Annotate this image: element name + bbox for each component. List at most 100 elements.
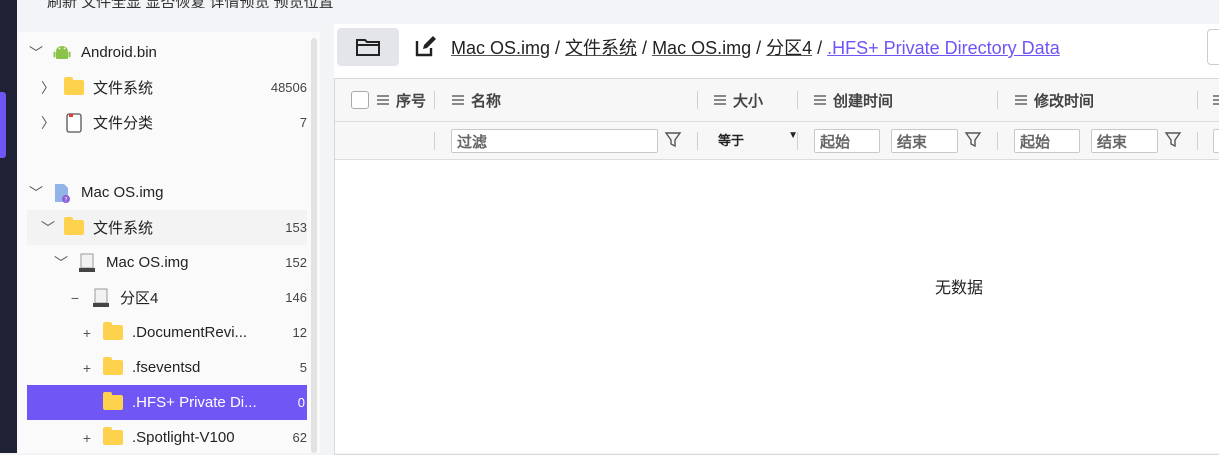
breadcrumb-separator: / <box>555 38 561 58</box>
left-rail <box>0 0 17 453</box>
modified-end-input[interactable]: 结束 <box>1091 129 1158 153</box>
column-label: 名称 <box>471 92 502 110</box>
tree-item-filesystem[interactable]: 〉 文件系统 48506 <box>27 70 307 105</box>
breadcrumb-separator: / <box>817 38 823 58</box>
folder-icon <box>102 427 124 448</box>
filter-icon <box>1164 132 1182 148</box>
top-toolbar-text[interactable]: 刷新 文件全显 显否恢复 详情预览 预览位置 <box>47 0 334 8</box>
breadcrumb-item[interactable]: Mac OS.img <box>451 38 550 58</box>
filter-row: 过滤 等于 ▼ 起始 结束 起始 结束 <box>335 122 1219 160</box>
tree-item-label: 文件分类 <box>93 115 154 132</box>
tree-item-count: 48506 <box>270 80 307 95</box>
created-start-input[interactable]: 起始 <box>814 129 880 153</box>
breadcrumb-separator: / <box>756 38 762 58</box>
tree-item-label: Mac OS.img <box>106 254 189 271</box>
chevron-down-icon[interactable]: ﹀ <box>27 183 45 203</box>
breadcrumb-separator: / <box>642 38 648 58</box>
tree-item-label: 文件系统 <box>93 80 154 97</box>
chevron-right-icon[interactable]: 〉 <box>39 113 57 133</box>
tree-item-count: 5 <box>299 360 307 375</box>
column-menu-icon[interactable] <box>377 93 389 107</box>
size-operator-select[interactable]: 等于 ▼ <box>718 130 798 149</box>
rail-active-tab[interactable] <box>0 92 6 158</box>
tree-item-count: 7 <box>299 115 307 130</box>
size-operator-value: 等于 <box>718 133 745 148</box>
tree-item-mac-os-img-volume[interactable]: ﹀ Mac OS.img 152 <box>27 245 307 280</box>
tree-item-hfs-private-directory[interactable]: .HFS+ Private Di... 0 <box>27 385 307 420</box>
file-tree: ﹀ Android.bin 〉 文件系统 48506 〉 文件分类 7 ﹀ ? … <box>17 32 320 453</box>
tree-item-count: 12 <box>292 325 307 340</box>
column-created[interactable]: 创建时间 <box>814 79 893 121</box>
column-label: 大小 <box>733 92 764 110</box>
column-name[interactable]: 名称 <box>452 79 501 121</box>
filter-icon <box>964 132 982 148</box>
column-menu-icon[interactable] <box>814 93 826 107</box>
tree-item-filesystem-2[interactable]: ﹀ 文件系统 153 <box>27 210 307 245</box>
tree-item-android-bin[interactable]: ﹀ Android.bin <box>27 35 307 70</box>
column-label: 序号 <box>396 92 427 110</box>
folder-outline-icon <box>356 39 380 56</box>
tree-item-count: 152 <box>285 255 307 270</box>
drive-icon <box>90 288 112 308</box>
tree-item-count: 62 <box>292 430 307 445</box>
breadcrumb-item[interactable]: 文件系统 <box>565 38 637 58</box>
edit-path-button[interactable] <box>411 33 439 61</box>
search-box[interactable] <box>1207 29 1219 65</box>
breadcrumb-item[interactable]: 分区4 <box>766 38 812 58</box>
column-label: 创建时间 <box>833 92 894 110</box>
column-menu-icon[interactable] <box>1015 93 1027 107</box>
column-modified[interactable]: 修改时间 <box>1015 79 1094 121</box>
chevron-down-icon[interactable]: ﹀ <box>52 253 70 273</box>
tree-item-label: .DocumentRevi... <box>132 324 248 341</box>
folder-icon <box>102 322 124 343</box>
file-table: 序号 名称 大小 创建时间 修改时间 过滤 等于 ▼ 起始 结束 起始 结束 无… <box>334 78 1219 455</box>
folder-icon <box>102 357 124 378</box>
plus-icon[interactable]: + <box>78 430 96 446</box>
folder-icon <box>63 217 85 238</box>
tree-scrollbar[interactable] <box>311 38 317 453</box>
tree-item-label: Android.bin <box>81 44 157 61</box>
select-all-checkbox[interactable] <box>351 91 369 109</box>
tree-item-mac-os-img[interactable]: ﹀ ? Mac OS.img <box>27 175 307 210</box>
column-menu-icon[interactable] <box>1213 93 1219 107</box>
plus-icon[interactable]: + <box>78 325 96 341</box>
tree-item-label: .Spotlight-V100 <box>132 429 235 446</box>
main-panel: Mac OS.img / 文件系统 / Mac OS.img / 分区4/.HFS+ Pri… <box>334 24 1219 455</box>
document-icon <box>63 112 85 133</box>
chevron-down-icon[interactable]: ﹀ <box>27 43 45 63</box>
chevron-down-icon[interactable]: ﹀ <box>39 218 57 238</box>
name-filter-input[interactable]: 过滤 <box>451 129 658 153</box>
plus-icon[interactable]: + <box>78 360 96 376</box>
disk-image-icon: ? <box>51 183 73 203</box>
column-size[interactable]: 大小 <box>714 79 763 121</box>
tree-item-count: 153 <box>285 220 307 235</box>
breadcrumb-current[interactable]: .HFS+ Private Directory Data <box>827 38 1060 58</box>
tree-item-spotlight[interactable]: + .Spotlight-V100 62 <box>27 420 307 455</box>
more-filter-input[interactable] <box>1213 129 1219 153</box>
column-index[interactable]: 序号 <box>351 79 426 121</box>
tree-item-documentrevisions[interactable]: + .DocumentRevi... 12 <box>27 315 307 350</box>
tree-item-fseventsd[interactable]: + .fseventsd 5 <box>27 350 307 385</box>
tree-item-count: 146 <box>285 290 307 305</box>
drive-icon <box>76 253 98 273</box>
created-end-input[interactable]: 结束 <box>891 129 958 153</box>
open-folder-button[interactable] <box>337 28 399 66</box>
column-more[interactable] <box>1213 79 1219 121</box>
minus-icon[interactable]: − <box>66 290 84 306</box>
svg-text:?: ? <box>64 196 67 203</box>
tree-item-label: Mac OS.img <box>81 184 164 201</box>
chevron-right-icon[interactable]: 〉 <box>39 78 57 98</box>
breadcrumb: Mac OS.img / 文件系统 / Mac OS.img / 分区4/.HFS+ Pri… <box>451 34 1060 60</box>
column-menu-icon[interactable] <box>452 93 464 107</box>
top-toolbar: 刷新 文件全显 显否恢复 详情预览 预览位置 <box>17 0 1219 8</box>
breadcrumb-item[interactable]: Mac OS.img <box>652 38 751 58</box>
path-bar: Mac OS.img / 文件系统 / Mac OS.img / 分区4/.HFS+ Pri… <box>334 24 1219 70</box>
tree-item-partition4[interactable]: − 分区4 146 <box>27 280 307 315</box>
tree-item-label: 文件系统 <box>93 220 154 237</box>
table-header: 序号 名称 大小 创建时间 修改时间 <box>335 79 1219 122</box>
modified-start-input[interactable]: 起始 <box>1014 129 1080 153</box>
column-menu-icon[interactable] <box>714 93 726 107</box>
tree-item-count: 0 <box>297 395 305 410</box>
tree-item-file-category[interactable]: 〉 文件分类 7 <box>27 105 307 140</box>
filter-icon <box>664 132 682 148</box>
